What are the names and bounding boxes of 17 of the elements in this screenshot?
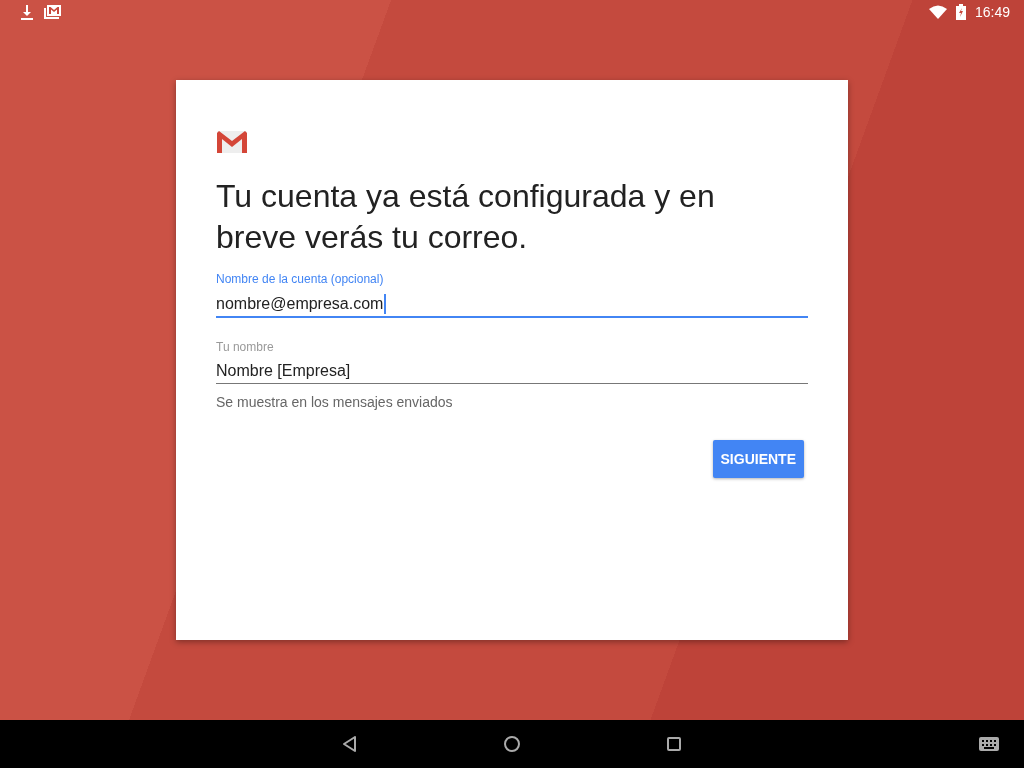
clock: 16:49 xyxy=(974,4,1010,20)
battery-icon xyxy=(955,4,966,20)
input-field[interactable]: nombre@empresa.com xyxy=(216,290,808,318)
helper-text: Se muestra en los mensajes enviados xyxy=(216,394,454,410)
input-field[interactable]: Nombre [Empresa] xyxy=(216,358,808,384)
field-label: Nombre de la cuenta (opcional) xyxy=(216,272,385,286)
field-label: Tu nombre xyxy=(216,340,275,354)
back-icon[interactable] xyxy=(343,736,357,752)
keyboard-icon[interactable] xyxy=(979,737,999,751)
mail-logo-icon xyxy=(216,130,248,154)
wifi-icon xyxy=(928,5,947,19)
download-icon xyxy=(20,4,34,20)
recents-icon[interactable] xyxy=(667,737,681,751)
mail-icon xyxy=(43,4,61,20)
next-button[interactable]: SIGUIENTE xyxy=(712,440,804,478)
home-icon[interactable] xyxy=(504,736,520,752)
page-title: Tu cuenta ya está configurada y en breve verás tu correo. xyxy=(216,177,716,257)
